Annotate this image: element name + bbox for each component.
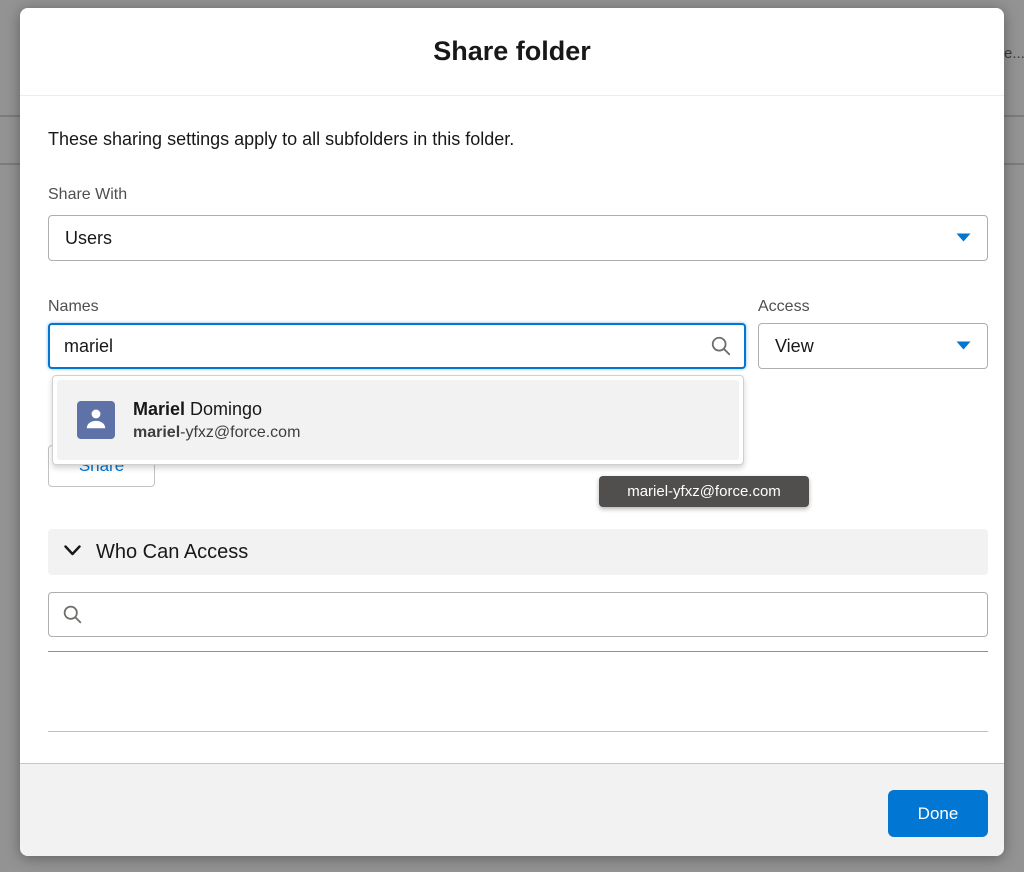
person-icon <box>83 405 109 436</box>
email-tooltip: mariel-yfxz@force.com <box>599 476 809 507</box>
suggestion-name-match: Mariel <box>133 399 185 419</box>
who-can-access-search-input[interactable] <box>48 592 988 637</box>
suggestion-item[interactable]: Mariel Domingo mariel-yfxz@force.com <box>57 380 739 460</box>
modal-header: Share folder <box>20 8 1004 96</box>
suggestions-dropdown: Mariel Domingo mariel-yfxz@force.com <box>52 375 744 465</box>
modal-title: Share folder <box>20 8 1004 94</box>
screen: e... Share folder These sharing settings… <box>0 0 1024 872</box>
share-with-label: Share With <box>48 186 127 204</box>
suggestion-name-rest: Domingo <box>185 399 262 419</box>
suggestion-email-match: mariel <box>133 424 180 441</box>
suggestion-name: Mariel Domingo <box>133 399 300 420</box>
user-avatar <box>77 401 115 439</box>
names-field-wrapper <box>48 323 746 369</box>
share-with-value: Users <box>65 228 112 249</box>
chevron-down-icon <box>956 229 971 247</box>
chevron-down-icon <box>64 543 81 561</box>
suggestion-email: mariel-yfxz@force.com <box>133 424 300 442</box>
share-folder-modal: Share folder These sharing settings appl… <box>20 8 1004 856</box>
share-with-select[interactable]: Users <box>48 215 988 261</box>
search-icon <box>710 335 732 362</box>
suggestion-email-rest: -yfxz@force.com <box>180 424 300 441</box>
who-can-access-section-header[interactable]: Who Can Access <box>48 529 988 575</box>
divider <box>48 651 988 652</box>
names-label: Names <box>48 298 99 316</box>
done-button[interactable]: Done <box>888 790 988 837</box>
chevron-down-icon <box>956 337 971 355</box>
access-select[interactable]: View <box>758 323 988 369</box>
divider <box>48 731 988 732</box>
suggestion-text: Mariel Domingo mariel-yfxz@force.com <box>133 399 300 442</box>
backdrop-truncated-text: e... <box>1004 45 1024 62</box>
who-can-access-search-wrapper <box>48 592 988 637</box>
who-can-access-label: Who Can Access <box>96 541 248 564</box>
names-input[interactable] <box>48 323 746 369</box>
search-icon <box>62 604 83 630</box>
access-label: Access <box>758 298 810 316</box>
modal-footer: Done <box>20 763 1004 856</box>
sharing-settings-note: These sharing settings apply to all subf… <box>48 129 514 150</box>
access-value: View <box>775 336 814 357</box>
